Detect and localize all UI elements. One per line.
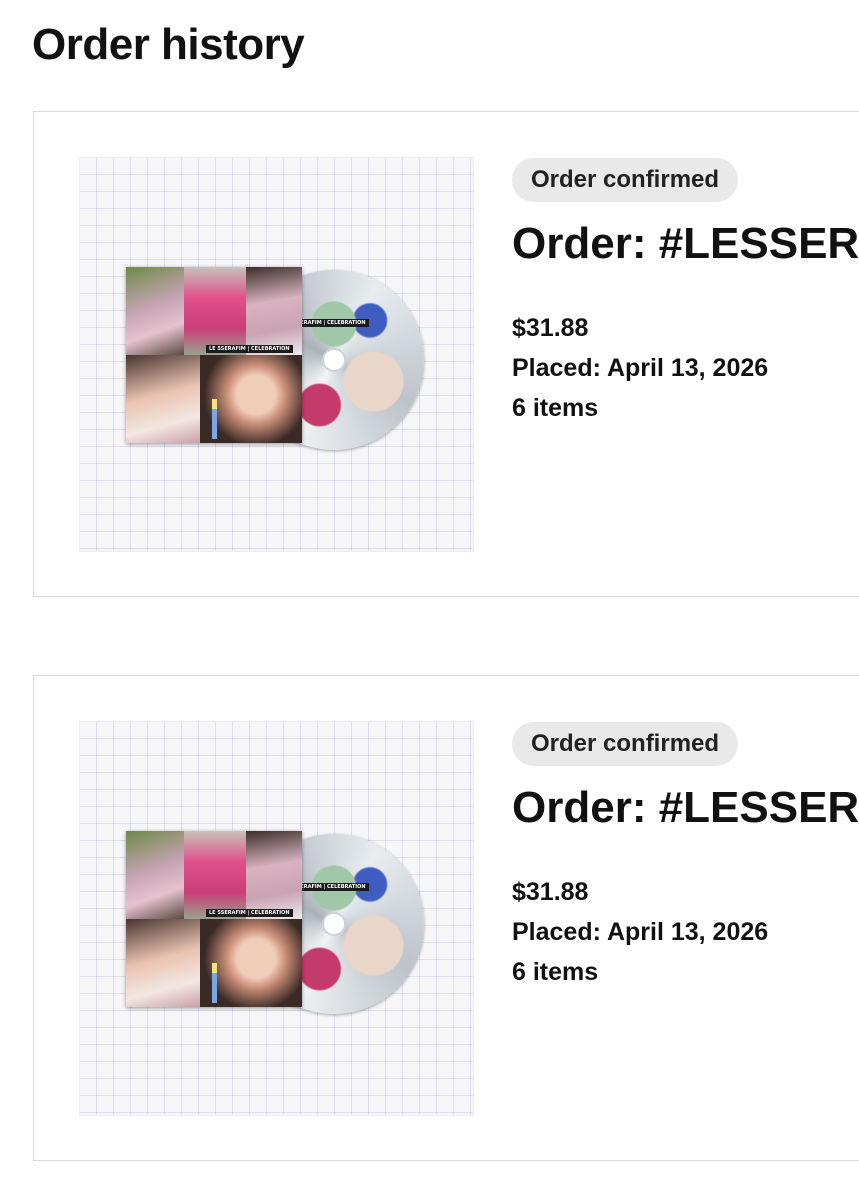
candle-graphic	[212, 963, 217, 1003]
order-item-count: 6 items	[512, 958, 599, 986]
order-price: $31.88	[512, 314, 589, 342]
order-placed-date: Placed: April 13, 2026	[512, 354, 769, 382]
collage-photo	[246, 267, 302, 355]
album-label: LE SSERAFIM | CELEBRATION	[206, 909, 293, 917]
collage-photo	[246, 831, 302, 919]
album-label: LE SSERAFIM | CELEBRATION	[206, 345, 293, 353]
status-badge: Order confirmed	[512, 722, 739, 766]
order-card[interactable]: LE SSERAFIM | CELEBRATION LE SSERAFIM | …	[33, 111, 859, 597]
product-thumbnail[interactable]: LE SSERAFIM | CELEBRATION LE SSERAFIM | …	[79, 721, 474, 1116]
order-placed-date: Placed: April 13, 2026	[512, 918, 769, 946]
order-number[interactable]: Order: #LESSER	[512, 780, 859, 836]
order-item-count: 6 items	[512, 394, 599, 422]
collage-photo	[126, 831, 184, 919]
product-thumbnail[interactable]: LE SSERAFIM | CELEBRATION LE SSERAFIM | …	[79, 157, 474, 552]
collage-photo	[126, 919, 200, 1007]
album-cover-image: LE SSERAFIM | CELEBRATION	[126, 267, 302, 443]
order-history-page: Order history LE SSERAFIM | CELEBRATION …	[0, 0, 859, 1200]
collage-photo	[184, 267, 246, 355]
status-badge: Order confirmed	[512, 158, 739, 202]
order-price: $31.88	[512, 878, 589, 906]
page-title: Order history	[32, 20, 305, 69]
order-number[interactable]: Order: #LESSER	[512, 216, 859, 272]
order-card[interactable]: LE SSERAFIM | CELEBRATION LE SSERAFIM | …	[33, 675, 859, 1161]
album-cover-image: LE SSERAFIM | CELEBRATION	[126, 831, 302, 1007]
collage-photo	[184, 831, 246, 919]
collage-photo	[126, 267, 184, 355]
candle-graphic	[212, 399, 217, 439]
collage-photo	[126, 355, 200, 443]
